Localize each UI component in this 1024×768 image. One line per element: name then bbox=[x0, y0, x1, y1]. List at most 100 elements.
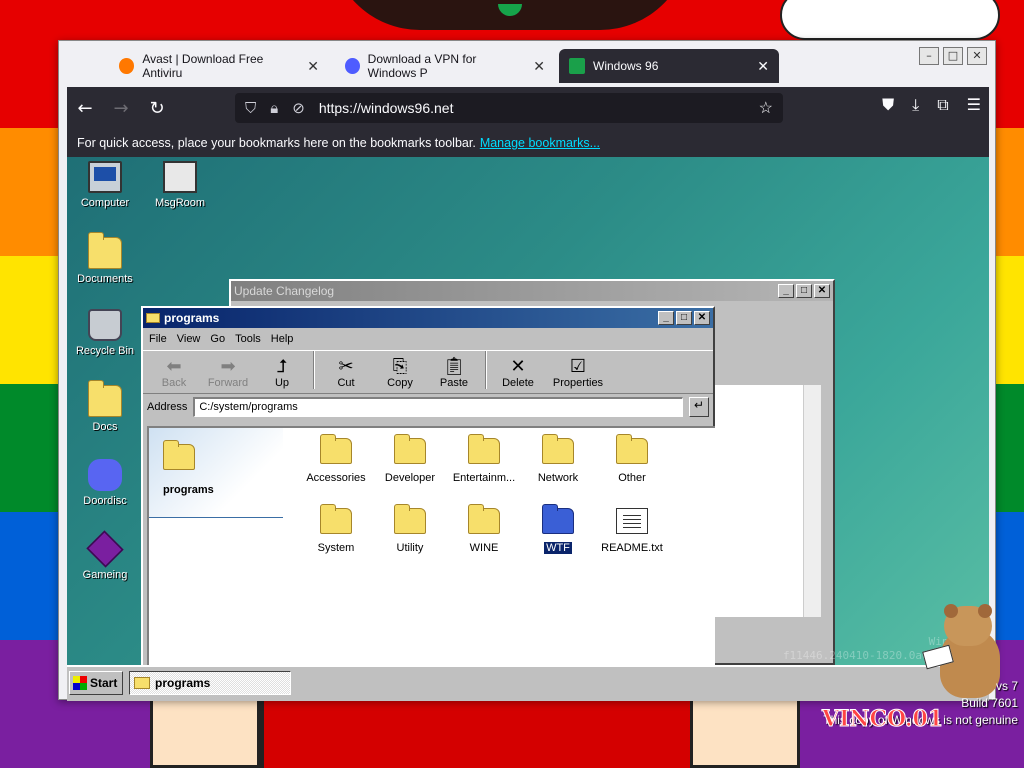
desktop-icon-documents[interactable]: Documents bbox=[67, 232, 143, 285]
cartoon-left-leg-graphic bbox=[150, 700, 260, 768]
cloud-graphic bbox=[780, 0, 1000, 40]
forward-arrow-icon[interactable]: → bbox=[103, 98, 139, 119]
desktop-icon-recycle-bin[interactable]: Recycle Bin bbox=[67, 309, 143, 357]
menu-bar: File View Go Tools Help bbox=[143, 328, 713, 350]
close-tab-icon[interactable]: ✕ bbox=[533, 58, 545, 75]
menu-icon[interactable]: ☰ bbox=[967, 95, 981, 115]
desktop-icon-label: Documents bbox=[77, 273, 133, 285]
tab-bar: Avast | Download Free Antiviru ✕ Downloa… bbox=[59, 41, 995, 87]
folder-item[interactable]: Other bbox=[595, 434, 669, 484]
paste-button[interactable]: 📋︎ Paste bbox=[427, 355, 481, 389]
folder-icon bbox=[134, 677, 150, 689]
paste-icon: 📋︎ bbox=[442, 356, 466, 376]
vpn-icon bbox=[345, 58, 360, 74]
changelog-scrollbar[interactable] bbox=[803, 385, 821, 617]
menu-help[interactable]: Help bbox=[271, 333, 294, 345]
url-bar[interactable]: ⛉ 🔒︎ ⊘ https://windows96.net ☆ bbox=[235, 93, 783, 123]
reload-icon[interactable]: ↻ bbox=[139, 98, 175, 119]
browser-window: Avast | Download Free Antiviru ✕ Downloa… bbox=[58, 40, 996, 701]
menu-view[interactable]: View bbox=[177, 333, 201, 345]
tab-title: Download a VPN for Windows P bbox=[367, 52, 477, 80]
desktop-icon-gameing[interactable]: Gameing bbox=[67, 530, 143, 581]
close-button[interactable]: ✕ bbox=[814, 284, 830, 298]
folder-icon bbox=[542, 504, 574, 534]
shield-icon[interactable]: ⛉ bbox=[245, 100, 256, 117]
close-tab-icon[interactable]: ✕ bbox=[307, 58, 319, 75]
folder-icon bbox=[146, 313, 160, 323]
folder-item[interactable]: Entertainm... bbox=[447, 434, 521, 484]
folder-icon bbox=[163, 440, 195, 470]
minimize-window-button[interactable]: – bbox=[919, 47, 939, 65]
address-row: Address C:/system/programs ↵ bbox=[143, 394, 713, 420]
start-button[interactable]: Start bbox=[69, 671, 123, 695]
minimize-button[interactable]: _ bbox=[778, 284, 794, 298]
forward-button[interactable]: ➡ Forward bbox=[201, 355, 255, 389]
bookmark-star-icon[interactable]: ☆ bbox=[759, 98, 773, 118]
folder-icon bbox=[320, 504, 352, 534]
desktop-icon-docs[interactable]: Docs bbox=[67, 380, 143, 433]
folder-icon bbox=[616, 434, 648, 464]
properties-icon: ☑ bbox=[569, 356, 587, 376]
bookmarks-toolbar: For quick access, place your bookmarks h… bbox=[67, 129, 989, 157]
explorer-titlebar[interactable]: programs _ □ ✕ bbox=[143, 308, 713, 328]
folder-item[interactable]: Network bbox=[521, 434, 595, 484]
menu-file[interactable]: File bbox=[149, 333, 167, 345]
close-button[interactable]: ✕ bbox=[694, 311, 710, 325]
delete-button[interactable]: ✕ Delete bbox=[491, 355, 545, 389]
maximize-button[interactable]: □ bbox=[676, 311, 692, 325]
address-label: Address bbox=[147, 401, 188, 413]
minimize-button[interactable]: _ bbox=[658, 311, 674, 325]
url-text[interactable]: https://windows96.net bbox=[319, 100, 454, 116]
desktop-icon-computer[interactable]: Computer bbox=[67, 161, 143, 209]
up-button[interactable]: ⮥ Up bbox=[255, 355, 309, 389]
copy-icon: ⎘ bbox=[392, 356, 408, 376]
toolbar-separator bbox=[485, 351, 487, 389]
folder-icon bbox=[88, 380, 122, 417]
folder-item[interactable]: Developer bbox=[373, 434, 447, 484]
menu-tools[interactable]: Tools bbox=[235, 333, 261, 345]
desktop-icon-msgroom[interactable]: MsgRoom bbox=[142, 161, 218, 209]
tab-avast[interactable]: Avast | Download Free Antiviru ✕ bbox=[109, 49, 329, 83]
go-button[interactable]: ↵ bbox=[689, 397, 709, 417]
toolbar-separator bbox=[313, 351, 315, 389]
copy-button[interactable]: ⎘ Copy bbox=[373, 355, 427, 389]
cut-button[interactable]: ✂ Cut bbox=[319, 355, 373, 389]
pocket-icon[interactable]: ⛊ bbox=[882, 95, 894, 115]
maximize-window-button[interactable]: □ bbox=[943, 47, 963, 65]
maximize-button[interactable]: □ bbox=[796, 284, 812, 298]
vinco-logo: VINCO.01 bbox=[821, 706, 944, 733]
side-panel-title: programs bbox=[163, 484, 214, 496]
folder-item[interactable]: WINE bbox=[447, 504, 521, 554]
close-window-button[interactable]: ✕ bbox=[967, 47, 987, 65]
cube-icon bbox=[86, 530, 124, 568]
forward-arrow-icon: ➡ bbox=[220, 356, 236, 376]
tab-windows96[interactable]: Windows 96 ✕ bbox=[559, 49, 779, 83]
back-arrow-icon[interactable]: ← bbox=[67, 98, 103, 119]
address-input[interactable]: C:/system/programs bbox=[193, 397, 683, 417]
toolbar-right: ⛊ ⤓ ⧉ ☰ bbox=[882, 95, 981, 115]
extensions-icon[interactable]: ⧉ bbox=[937, 95, 948, 115]
back-button[interactable]: ⬅ Back bbox=[147, 355, 201, 389]
file-item[interactable]: README.txt bbox=[595, 508, 669, 554]
close-tab-icon[interactable]: ✕ bbox=[757, 58, 769, 75]
manage-bookmarks-link[interactable]: Manage bookmarks... bbox=[480, 136, 600, 150]
folder-item-selected[interactable]: WTF bbox=[521, 504, 595, 554]
folder-item[interactable]: Utility bbox=[373, 504, 447, 554]
download-icon[interactable]: ⤓ bbox=[912, 95, 919, 115]
up-folder-icon: ⮥ bbox=[276, 356, 288, 376]
side-folder bbox=[149, 440, 209, 478]
menu-go[interactable]: Go bbox=[210, 333, 225, 345]
update-titlebar[interactable]: Update Changelog _ □ ✕ bbox=[231, 281, 833, 301]
folder-icon bbox=[394, 434, 426, 464]
tracking-protection-icon[interactable]: ⊘ bbox=[292, 99, 305, 117]
desktop-icon-doordisc[interactable]: Doordisc bbox=[67, 459, 143, 507]
folder-item[interactable]: System bbox=[299, 504, 373, 554]
tab-title: Avast | Download Free Antiviru bbox=[142, 52, 264, 80]
taskbar-item-programs[interactable]: programs bbox=[129, 671, 291, 695]
folder-item[interactable]: Accessories bbox=[299, 434, 373, 484]
tab-vpn[interactable]: Download a VPN for Windows P ✕ bbox=[335, 49, 555, 83]
explorer-toolbar: ⬅ Back ➡ Forward ⮥ Up ✂ Cut ⎘ Copy 📋︎ Paste ✕ D… bbox=[143, 350, 713, 394]
properties-button[interactable]: ☑ Properties bbox=[545, 355, 611, 389]
side-panel: programs bbox=[149, 428, 283, 518]
lock-icon[interactable]: 🔒︎ bbox=[270, 100, 278, 117]
